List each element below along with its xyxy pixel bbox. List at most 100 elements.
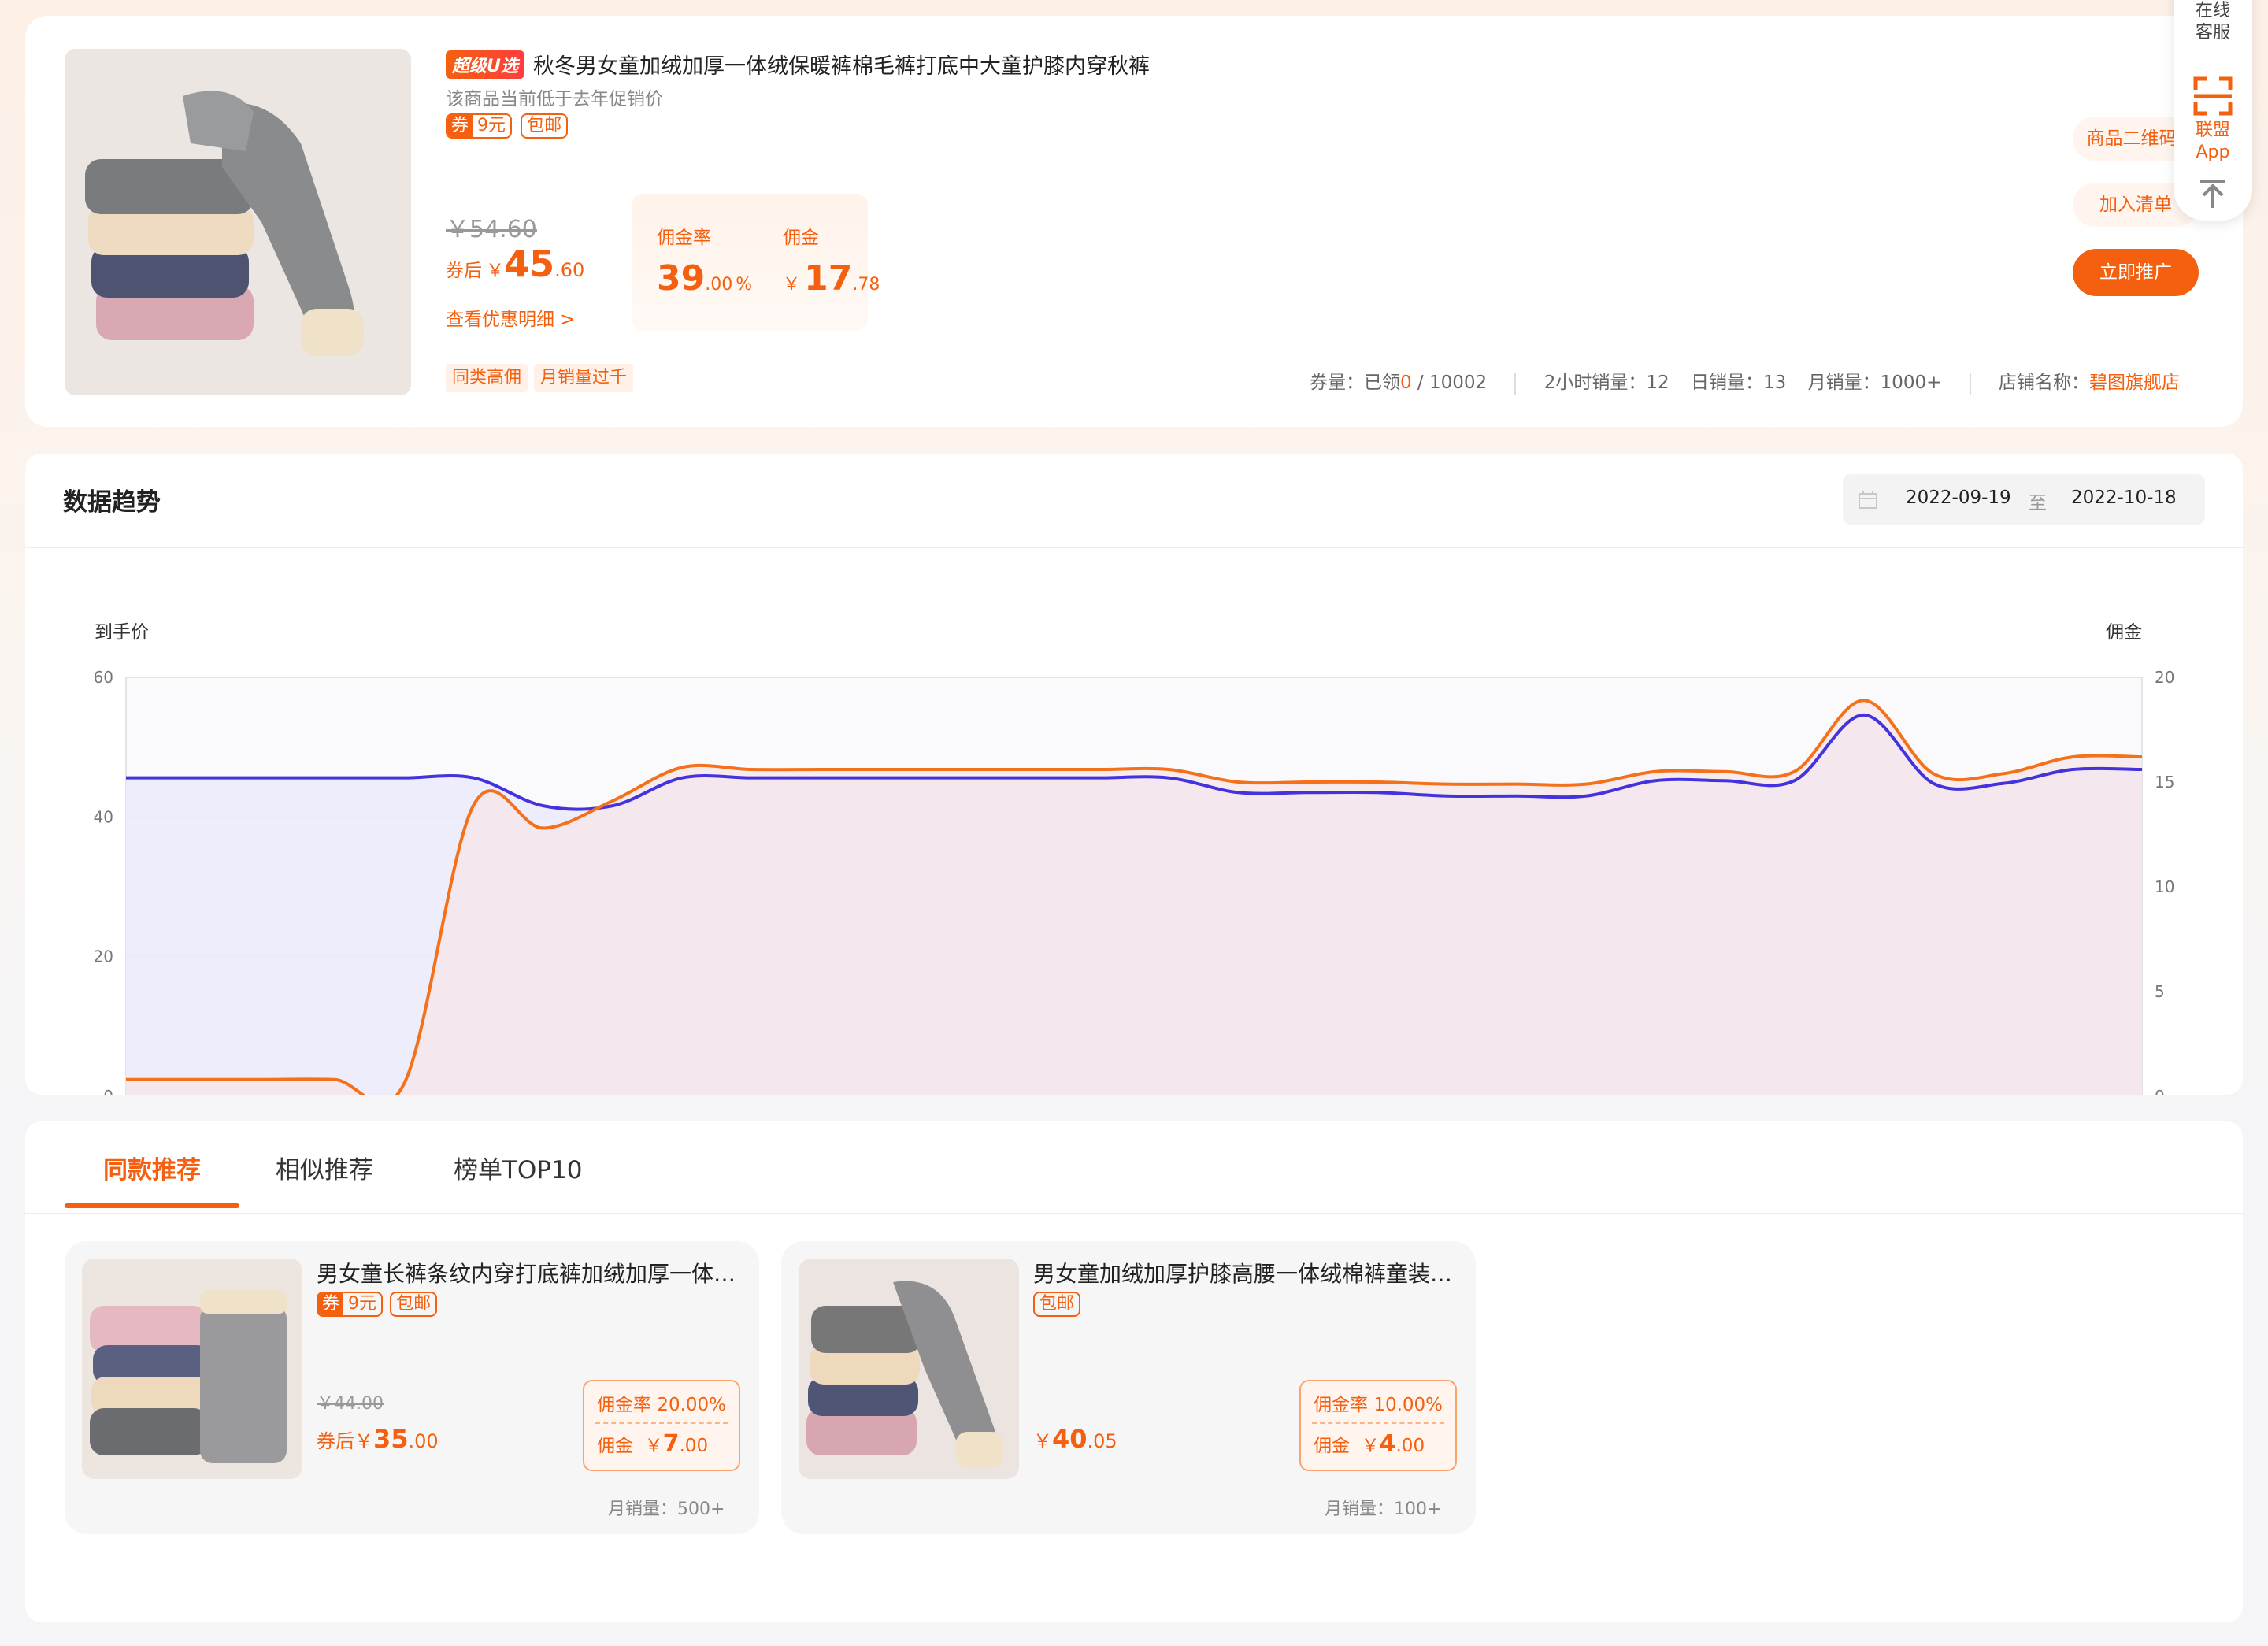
tab-same-item-label: 同款推荐 [103, 1156, 201, 1184]
tab-top10[interactable]: 榜单TOP10 [454, 1150, 582, 1185]
union-app-line2: App [2196, 143, 2230, 162]
rate-row: 佣金率 20.00% [597, 1389, 726, 1416]
tab-bar: 同款推荐 相似推荐 榜单TOP10 [25, 1121, 2243, 1216]
recommendation-title[interactable]: 男女童加绒加厚护膝高腰一体绒棉裤童装保暖裤 [1033, 1257, 1458, 1288]
product-image[interactable] [65, 49, 411, 395]
tab-active-underline [65, 1203, 239, 1208]
promote-now-button[interactable]: 立即推广 [2073, 249, 2199, 296]
rate-row: 佣金率 10.00% [1314, 1389, 1443, 1416]
date-separator: 至 [2029, 493, 2047, 513]
y-tick-right: 5 [2155, 982, 2165, 1001]
tab-bar-divider [25, 1213, 2243, 1214]
price-int: 40 [1052, 1424, 1088, 1454]
tab-similar-label: 相似推荐 [276, 1156, 373, 1184]
commission-dec: .00 [1395, 1436, 1425, 1456]
commission-int: 7 [662, 1430, 680, 1458]
super-u-badge: 超级U选 [446, 50, 524, 79]
recommendation-monthly-sales: 月销量：500+ [608, 1500, 725, 1519]
y-tick-right: 15 [2155, 773, 2174, 791]
recommendation-price: 券后￥35.00 [317, 1424, 439, 1454]
after-coupon-currency: ￥ [486, 261, 505, 281]
trend-card: 数据趋势 2022-09-19 至 2022-10-18 到手价 佣金 0 20 4… [25, 454, 2243, 1095]
y-tick-right: 20 [2155, 668, 2174, 687]
coupon-badge: 券 9元 [446, 113, 513, 139]
floating-side-panel: 在线客服 联盟 App [2174, 0, 2252, 221]
commission-row: 佣金 ￥4.00 [1314, 1430, 1425, 1458]
y-axis-left-label: 到手价 [94, 622, 149, 643]
coupon-badge-value: 9元 [477, 116, 506, 135]
product-feature-tags: 同类高佣 月销量过千 [446, 364, 639, 392]
tab-same-item[interactable]: 同款推荐 [65, 1150, 239, 1185]
discount-detail-link[interactable]: 查看优惠明细 > [446, 304, 576, 331]
commission-label: 佣金 [1314, 1436, 1350, 1456]
y-tick-left: 20 [94, 947, 113, 966]
after-coupon-dec: .60 [554, 259, 585, 281]
commission-rate-unit: % [736, 275, 753, 295]
sales-2h: 2小时销量：12 [1544, 373, 1670, 393]
recommendation-image[interactable] [799, 1259, 1019, 1479]
date-from[interactable]: 2022-09-19 [1906, 487, 2011, 508]
price-dec: .05 [1087, 1430, 1117, 1452]
recommendation-commission-box: 佣金率 20.00% 佣金 ￥7.00 [583, 1380, 740, 1471]
recommendation-title[interactable]: 男女童长裤条纹内穿打底裤加绒加厚一体绒保暖裤 [317, 1257, 742, 1288]
union-app-button[interactable]: 联盟 App [2174, 120, 2252, 164]
commission-currency: ￥ [644, 1436, 663, 1456]
original-price: ￥54.60 [446, 216, 537, 243]
calendar-icon [1858, 491, 1877, 509]
free-shipping-tag: 包邮 [1033, 1292, 1081, 1317]
shop-name[interactable]: 碧图旗舰店 [2089, 373, 2180, 393]
commission-label: 佣金 [783, 228, 819, 248]
chart-plot-area: 0204060051015202022091920220921202209232… [94, 668, 2174, 1095]
y-tick-right: 0 [2155, 1087, 2165, 1095]
free-shipping-tag: 包邮 [390, 1292, 438, 1317]
scan-icon[interactable] [2189, 72, 2236, 120]
online-service-button[interactable]: 在线客服 [2181, 0, 2244, 44]
price-dec: .00 [408, 1430, 439, 1452]
coupon-badge-label: 券 [318, 1293, 344, 1315]
date-range-picker[interactable]: 2022-09-19 至 2022-10-18 [1843, 474, 2205, 525]
coupon-total: / 10002 [1411, 373, 1488, 393]
y-tick-right: 10 [2155, 877, 2174, 896]
commission-rate-int: 39 [657, 258, 706, 298]
after-coupon-price: 券后 ￥45.60 [446, 243, 584, 285]
coupon-badge: 券 9元 [317, 1292, 384, 1317]
commission-rate-dec: .00 [705, 275, 733, 295]
sales-month: 月销量：1000+ [1807, 373, 1942, 393]
dashed-divider [595, 1422, 728, 1424]
commission-currency: ￥ [783, 275, 801, 295]
back-to-top-icon[interactable] [2197, 178, 2229, 209]
commission-dec: .78 [852, 275, 880, 295]
product-badges: 券 9元 包邮 [446, 113, 569, 139]
commission-int: 17 [804, 258, 853, 298]
recommendation-card[interactable]: 男女童长裤条纹内穿打底裤加绒加厚一体绒保暖裤 券9元 包邮 ￥44.00 券后￥… [65, 1241, 759, 1534]
commission-label: 佣金 [597, 1436, 633, 1456]
shop-label: 店铺名称： [1999, 373, 2089, 393]
y-axis-right-label: 佣金 [2106, 622, 2142, 643]
recommendation-card[interactable]: 男女童加绒加厚护膝高腰一体绒棉裤童装保暖裤 包邮 ￥40.05 佣金率 10.0… [781, 1241, 1476, 1534]
commission-row: 佣金 ￥7.00 [597, 1430, 708, 1458]
product-title[interactable]: 秋冬男女童加绒加厚一体绒保暖裤棉毛裤打底中大童护膝内穿秋裤 [533, 54, 1150, 79]
y-tick-left: 40 [94, 807, 113, 826]
recommendation-badges: 券 9元 包邮 [317, 1292, 438, 1317]
product-subtitle: 该商品当前低于去年促销价 [446, 89, 663, 109]
date-to[interactable]: 2022-10-18 [2071, 487, 2177, 508]
after-coupon-label: 券后 [446, 261, 482, 281]
divider [1969, 372, 1971, 395]
coupon-stat-label: 券量：已领 [1309, 373, 1400, 393]
rate-value: 20.00% [657, 1395, 727, 1415]
recommendation-original-price: ￥44.00 [317, 1394, 384, 1414]
commission-int: 4 [1379, 1430, 1396, 1458]
sales-day: 日销量：13 [1690, 373, 1787, 393]
divider [1514, 372, 1517, 395]
trend-chart[interactable]: 到手价 佣金 020406005101520202209192022092120… [25, 547, 2243, 1095]
tab-similar[interactable]: 相似推荐 [276, 1150, 373, 1185]
recommendation-image[interactable] [82, 1259, 302, 1479]
rate-label: 佣金率 [1314, 1395, 1368, 1415]
product-title-row: 超级U选 秋冬男女童加绒加厚一体绒保暖裤棉毛裤打底中大童护膝内穿秋裤 [446, 49, 1150, 80]
price-currency: ￥ [354, 1430, 373, 1452]
commission-rate-label: 佣金率 [657, 228, 711, 248]
recommendation-price: ￥40.05 [1033, 1424, 1117, 1454]
free-shipping-tag: 包邮 [521, 113, 569, 139]
rate-value: 10.00% [1373, 1395, 1443, 1415]
commission-box: 佣金率 佣金 39.00% ￥ 17.78 [632, 194, 880, 331]
